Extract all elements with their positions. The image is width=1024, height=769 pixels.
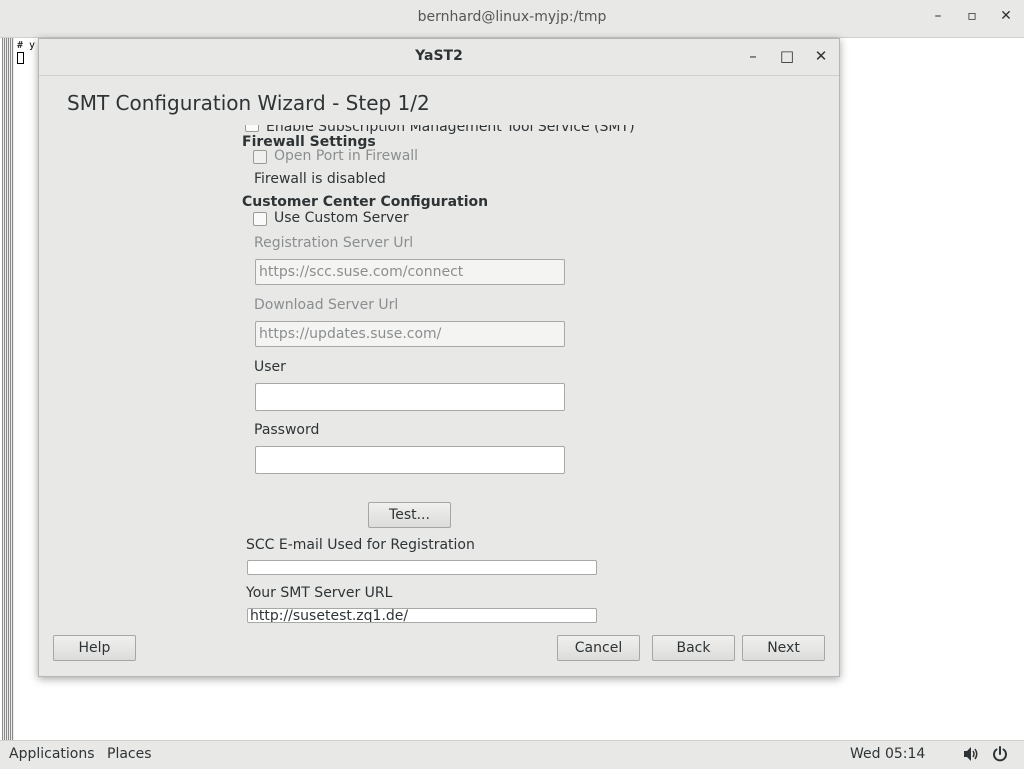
open-port-label: Open Port in Firewall [274, 148, 419, 164]
scc-email-field[interactable] [247, 560, 597, 575]
clock[interactable]: Wed 05:14 [850, 746, 925, 762]
smt-url-label: Your SMT Server URL [246, 585, 393, 601]
customer-center-heading: Customer Center Configuration [242, 194, 489, 210]
test-button[interactable]: Test... [368, 502, 451, 528]
terminal-cursor [17, 52, 24, 64]
download-url-field[interactable]: https://updates.suse.com/ [255, 321, 565, 347]
terminal-titlebar[interactable]: bernhard@linux-myjp:/tmp – ▫ ✕ [0, 0, 1024, 38]
smt-url-field[interactable]: http://susetest.zq1.de/ [247, 608, 597, 623]
password-label: Password [254, 422, 320, 438]
terminal-title: bernhard@linux-myjp:/tmp [417, 9, 607, 25]
enable-smt-checkbox[interactable] [245, 125, 259, 132]
scc-email-label: SCC E-mail Used for Registration [246, 537, 475, 553]
wizard-title: SMT Configuration Wizard - Step 1/2 [67, 91, 430, 115]
open-port-checkbox[interactable] [253, 150, 267, 164]
bottom-panel: Applications Places Wed 05:14 [0, 740, 1024, 769]
download-url-label: Download Server Url [254, 297, 399, 313]
dialog-maximize-button[interactable]: □ [777, 47, 797, 65]
dialog-titlebar[interactable]: YaST2 – □ ✕ [39, 39, 839, 76]
registration-url-label: Registration Server Url [254, 235, 414, 251]
volume-icon[interactable] [962, 745, 980, 767]
cancel-button[interactable]: Cancel [557, 635, 640, 661]
user-label: User [254, 359, 286, 375]
dialog-minimize-button[interactable]: – [743, 47, 763, 65]
use-custom-server-checkbox[interactable] [253, 212, 267, 226]
terminal-minimize-button[interactable]: – [928, 8, 948, 24]
help-button[interactable]: Help [53, 635, 136, 661]
places-menu[interactable]: Places [107, 746, 152, 762]
terminal-maximize-button[interactable]: ▫ [962, 8, 982, 24]
back-button[interactable]: Back [652, 635, 735, 661]
registration-url-field[interactable]: https://scc.suse.com/connect [255, 259, 565, 285]
terminal-close-button[interactable]: ✕ [996, 8, 1016, 24]
dialog-title: YaST2 [415, 48, 463, 64]
next-button[interactable]: Next [742, 635, 825, 661]
wizard-content[interactable]: Enable Subscription Management Tool Serv… [39, 125, 839, 625]
use-custom-server-label: Use Custom Server [274, 210, 409, 226]
dialog-close-button[interactable]: ✕ [811, 47, 831, 65]
terminal-text: # y [17, 40, 36, 51]
yast-dialog: YaST2 – □ ✕ SMT Configuration Wizard - S… [38, 38, 840, 677]
power-icon[interactable] [991, 745, 1009, 767]
terminal-scrollbar[interactable] [2, 38, 14, 740]
firewall-status: Firewall is disabled [254, 171, 386, 187]
password-field[interactable] [255, 446, 565, 474]
applications-menu[interactable]: Applications [9, 746, 95, 762]
user-field[interactable] [255, 383, 565, 411]
